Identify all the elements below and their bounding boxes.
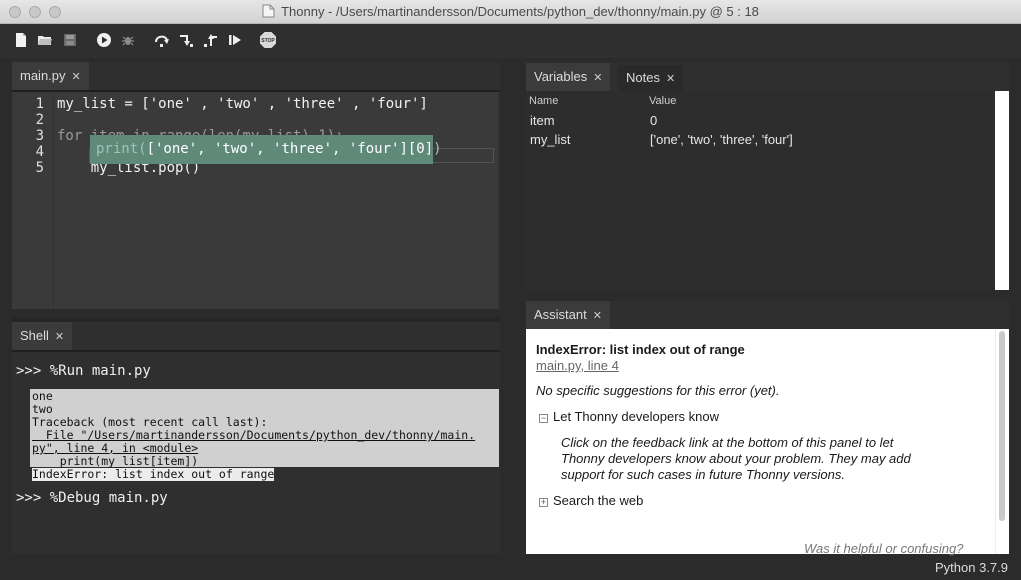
variables-panel: Name Value item 0 my_list ['one', 'two',… <box>526 91 995 290</box>
column-header-name[interactable]: Name <box>529 95 558 107</box>
column-header-value[interactable]: Value <box>649 95 676 107</box>
tab-shell[interactable]: Shell ✕ <box>12 322 73 350</box>
save-icon[interactable] <box>62 32 78 48</box>
maximize-window-button[interactable] <box>49 6 61 18</box>
variable-name[interactable]: item <box>530 113 555 128</box>
popup-value: ['one', 'two', 'three', 'four'][0] <box>146 141 434 157</box>
no-suggestions-text: No specific suggestions for this error (… <box>536 383 780 398</box>
shell-debug-command: >>> %Debug main.py <box>16 490 168 506</box>
close-tab-icon[interactable]: ✕ <box>72 71 81 83</box>
popup-suffix: ) <box>433 141 442 157</box>
section-title: Let Thonny developers know <box>553 409 719 424</box>
shell-run-command: >>> %Run main.py <box>16 363 151 379</box>
debugger-expression-popup: print(['one', 'two', 'three', 'four'][0]… <box>90 135 442 164</box>
python-version-status[interactable]: Python 3.7.9 <box>935 560 1008 575</box>
error-title: IndexError: list index out of range <box>536 342 745 357</box>
variable-value[interactable]: ['one', 'two', 'three', 'four'] <box>650 132 793 147</box>
window-title: Thonny - /Users/martinandersson/Document… <box>281 4 759 19</box>
toolbar: STOP <box>0 24 1021 58</box>
editor-scrollbar[interactable] <box>498 92 500 309</box>
assistant-panel: IndexError: list index out of range main… <box>526 329 995 556</box>
shell-tabbar: Shell ✕ <box>12 322 500 350</box>
popup-prefix: print( <box>96 141 147 157</box>
stop-label: STOP <box>261 38 275 44</box>
stop-icon[interactable]: STOP <box>259 31 277 49</box>
new-file-icon[interactable] <box>13 32 29 48</box>
section-developers[interactable]: − Let Thonny developers know <box>539 409 719 424</box>
close-window-button[interactable] <box>9 6 21 18</box>
close-tab-icon[interactable]: ✕ <box>55 331 64 343</box>
minimize-window-button[interactable] <box>29 6 41 18</box>
document-icon <box>262 4 275 18</box>
line-number: 1 <box>35 96 44 112</box>
line-number: 2 <box>35 112 44 128</box>
section-body-line: Click on the feedback link at the bottom… <box>561 435 894 450</box>
tab-label: Variables <box>534 69 588 84</box>
feedback-link[interactable]: Was it helpful or confusing? <box>804 541 963 556</box>
variables-tabbar: Variables ✕ Notes ✕ <box>526 63 1009 91</box>
section-body-line: Thonny developers know about your proble… <box>561 451 911 466</box>
variable-value[interactable]: 0 <box>650 113 657 128</box>
line-number-gutter: 1 2 3 4 5 <box>12 92 54 309</box>
variables-scrollbar[interactable] <box>995 91 1009 290</box>
error-location-link[interactable]: main.py, line 4 <box>536 358 619 373</box>
resume-icon[interactable] <box>227 32 243 48</box>
editor-tabbar: main.py ✕ <box>12 62 500 90</box>
debug-icon[interactable] <box>120 32 136 48</box>
run-icon[interactable] <box>96 32 112 48</box>
close-tab-icon[interactable]: ✕ <box>593 72 602 84</box>
open-file-icon[interactable] <box>37 32 53 48</box>
tab-main-py[interactable]: main.py ✕ <box>12 62 89 90</box>
scrollbar-thumb[interactable] <box>999 331 1005 521</box>
step-out-icon[interactable] <box>203 32 219 48</box>
code-editor[interactable]: 1 2 3 4 5 my_list = ['one' , 'two' , 'th… <box>12 90 500 309</box>
tab-label: Assistant <box>534 307 587 322</box>
section-search-web[interactable]: + Search the web <box>539 493 643 508</box>
close-tab-icon[interactable]: ✕ <box>593 310 602 322</box>
section-title: Search the web <box>553 493 644 508</box>
variable-name[interactable]: my_list <box>530 132 570 147</box>
shell-panel[interactable]: >>> %Run main.py one two Traceback (most… <box>12 350 500 554</box>
line-number: 3 <box>35 128 44 144</box>
section-body-line: support for such cases in future Thonny … <box>561 467 845 482</box>
tab-label: Notes <box>626 70 660 85</box>
tab-label: Shell <box>20 328 49 343</box>
expand-icon[interactable]: + <box>539 498 548 507</box>
title-bar: Thonny - /Users/martinandersson/Document… <box>0 0 1021 24</box>
assistant-tabbar: Assistant ✕ <box>526 301 1009 329</box>
tab-assistant[interactable]: Assistant ✕ <box>526 301 610 329</box>
close-tab-icon[interactable]: ✕ <box>666 73 675 85</box>
step-over-icon[interactable] <box>154 32 170 48</box>
assistant-scrollbar[interactable] <box>995 329 1009 554</box>
tab-label: main.py <box>20 68 66 83</box>
line-number: 5 <box>35 160 44 176</box>
line-number: 4 <box>35 144 44 160</box>
tab-notes[interactable]: Notes ✕ <box>618 65 684 91</box>
collapse-icon[interactable]: − <box>539 414 548 423</box>
step-into-icon[interactable] <box>178 32 194 48</box>
tab-variables[interactable]: Variables ✕ <box>526 63 611 91</box>
shell-error-line: IndexError: list index out of range <box>32 467 275 481</box>
code-line: my_list = ['one' , 'two' , 'three' , 'fo… <box>57 96 428 112</box>
